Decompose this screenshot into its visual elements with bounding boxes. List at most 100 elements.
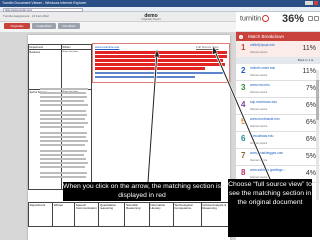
tab-originality[interactable]: Originality xyxy=(4,23,30,29)
rubric-table-top: Department Written Business Writes clear… xyxy=(28,44,93,190)
rubric-cell: Writes clear ideas xyxy=(60,49,93,90)
match-source[interactable]: www.sabhum.goettinge... xyxy=(250,168,298,173)
text-line xyxy=(40,136,86,138)
text-line xyxy=(40,122,88,124)
similarity-score: 36% xyxy=(282,13,305,25)
text-line xyxy=(40,110,86,112)
logo-ring-icon xyxy=(262,15,270,22)
rubric-header: Written xyxy=(52,202,76,227)
text-line xyxy=(40,154,84,156)
rubric-cell: Business xyxy=(28,49,62,90)
text-line xyxy=(40,132,87,134)
match-source[interactable]: sdp.montmoss.edu xyxy=(250,100,298,105)
match-type: Internet source xyxy=(250,142,268,145)
match-item-7[interactable]: 7 www.justskhegges.com Internet source 5… xyxy=(236,149,320,166)
text-line xyxy=(40,118,85,120)
panel-title: Match Breakdown xyxy=(248,34,285,39)
match-percent: 6% xyxy=(305,102,316,109)
match-source[interactable]: nmtimh.zmlet.edu xyxy=(250,66,298,71)
text-line xyxy=(40,162,88,164)
other-match-line xyxy=(95,72,223,74)
text-line xyxy=(40,150,87,152)
match-type: Internet source xyxy=(250,91,268,94)
match-percent: 7% xyxy=(305,85,316,92)
mode-tabs: Originality GradeMark PeerMark xyxy=(0,22,236,30)
text-line xyxy=(40,92,86,94)
text-line xyxy=(40,96,87,98)
rubric-header: Quantitative reasoning xyxy=(98,202,126,227)
text-line xyxy=(40,158,86,160)
match-number: 3 xyxy=(241,83,246,92)
tab-peermark[interactable]: PeerMark xyxy=(58,23,80,29)
matched-text-line xyxy=(95,51,227,54)
maximize-icon[interactable] xyxy=(309,1,313,5)
turnitin-logo: turnitin xyxy=(240,15,270,23)
match-item-6[interactable]: 6 www.latraas.edu Internet source 6% xyxy=(236,132,320,149)
match-number: 2 xyxy=(241,66,246,75)
rubric-header: Information Literacy xyxy=(148,202,174,227)
match-item-3[interactable]: 3 www.rnsv.edu Internet source 7% xyxy=(236,81,320,98)
window-title: Turnitin Document Viewer - Windows Inter… xyxy=(2,1,87,5)
match-type: Internet source xyxy=(250,74,268,77)
match-source[interactable]: www.latraas.edu xyxy=(250,134,298,139)
print-icon[interactable] xyxy=(308,16,313,21)
text-line xyxy=(40,126,84,128)
breadcrumb: Turnitin Assignment · 13 Feb 2012 xyxy=(3,14,49,18)
text-line xyxy=(40,144,85,146)
match-source[interactable]: www.montmaste.edu xyxy=(250,117,298,122)
match-percent: 6% xyxy=(305,136,316,143)
window-titlebar: Turnitin Document Viewer - Windows Inter… xyxy=(0,0,320,7)
match-percent: 5% xyxy=(305,153,316,160)
match-type: Internet source xyxy=(250,108,268,111)
document-subtitle: Originality Report xyxy=(141,18,161,21)
turnitin-document-viewer: Turnitin Document Viewer - Windows Inter… xyxy=(0,0,320,240)
match-item-2[interactable]: 2 nmtimh.zmlet.edu Internet source 11% xyxy=(236,64,320,81)
match-number: 4 xyxy=(241,100,246,109)
match-number: 7 xyxy=(241,151,246,160)
match-type: Internet source xyxy=(250,51,268,54)
match-percent: 4% xyxy=(305,170,316,177)
popup-source-link[interactable]: www.example.edu xyxy=(95,45,119,49)
other-match-line xyxy=(95,76,195,78)
match-number: 8 xyxy=(241,168,246,177)
rubric-table-bottom: Department Written Speech Communication … xyxy=(27,202,231,227)
text-line xyxy=(40,176,86,178)
annotation-callout-right: Choose “full source view” to see the mat… xyxy=(228,179,312,237)
matched-text-line xyxy=(95,63,225,66)
tab-grademark[interactable]: GradeMark xyxy=(32,23,56,29)
sidebar-scroll-thumb[interactable] xyxy=(316,80,319,120)
match-item-1[interactable]: 1 uhfdefj-hpspt.edu Internet source 11% xyxy=(236,41,320,58)
close-window-icon[interactable] xyxy=(313,1,318,5)
match-breakdown-header: × Match Breakdown xyxy=(236,32,320,41)
match-number: 1 xyxy=(241,43,246,52)
back-to-link[interactable]: Back to 1 ► xyxy=(236,57,320,64)
info-icon[interactable] xyxy=(314,16,319,21)
text-line xyxy=(40,114,87,116)
match-item-5[interactable]: 5 www.montmaste.edu Internet source 6% xyxy=(236,115,320,132)
match-source[interactable]: www.justskhegges.com xyxy=(250,151,298,156)
matched-text-line xyxy=(95,55,227,58)
match-percent: 11% xyxy=(302,45,317,52)
rubric-header: Scientific Reasoning xyxy=(124,202,150,227)
document-info-bar: Turnitin Assignment · 13 Feb 2012 xyxy=(0,12,236,22)
rubric-header: Speech Communication xyxy=(74,202,100,227)
match-item-4[interactable]: 4 sdp.montmoss.edu Internet source 6% xyxy=(236,98,320,115)
brand-bar: turnitin 36% xyxy=(236,12,320,32)
window-controls xyxy=(304,1,318,6)
match-type: Internet source xyxy=(250,159,268,162)
text-line xyxy=(40,100,84,102)
match-percent: 11% xyxy=(302,68,317,75)
full-source-view-link[interactable]: Full Source View xyxy=(196,45,218,49)
brand-name: turnitin xyxy=(240,15,262,23)
rubric-header: Department xyxy=(27,202,54,227)
matched-text-line xyxy=(95,59,223,62)
match-source[interactable]: uhfdefj-hpspt.edu xyxy=(250,43,298,48)
text-line xyxy=(40,104,88,106)
match-number: 6 xyxy=(241,134,246,143)
match-source[interactable]: www.rnsv.edu xyxy=(250,83,298,88)
minimize-icon[interactable] xyxy=(304,1,309,5)
close-icon[interactable]: × xyxy=(239,34,243,39)
url-field[interactable]: https://www.turnitin.com/ xyxy=(3,7,83,12)
match-number: 5 xyxy=(241,117,246,126)
rubric-header: Technological Competence xyxy=(172,202,202,227)
